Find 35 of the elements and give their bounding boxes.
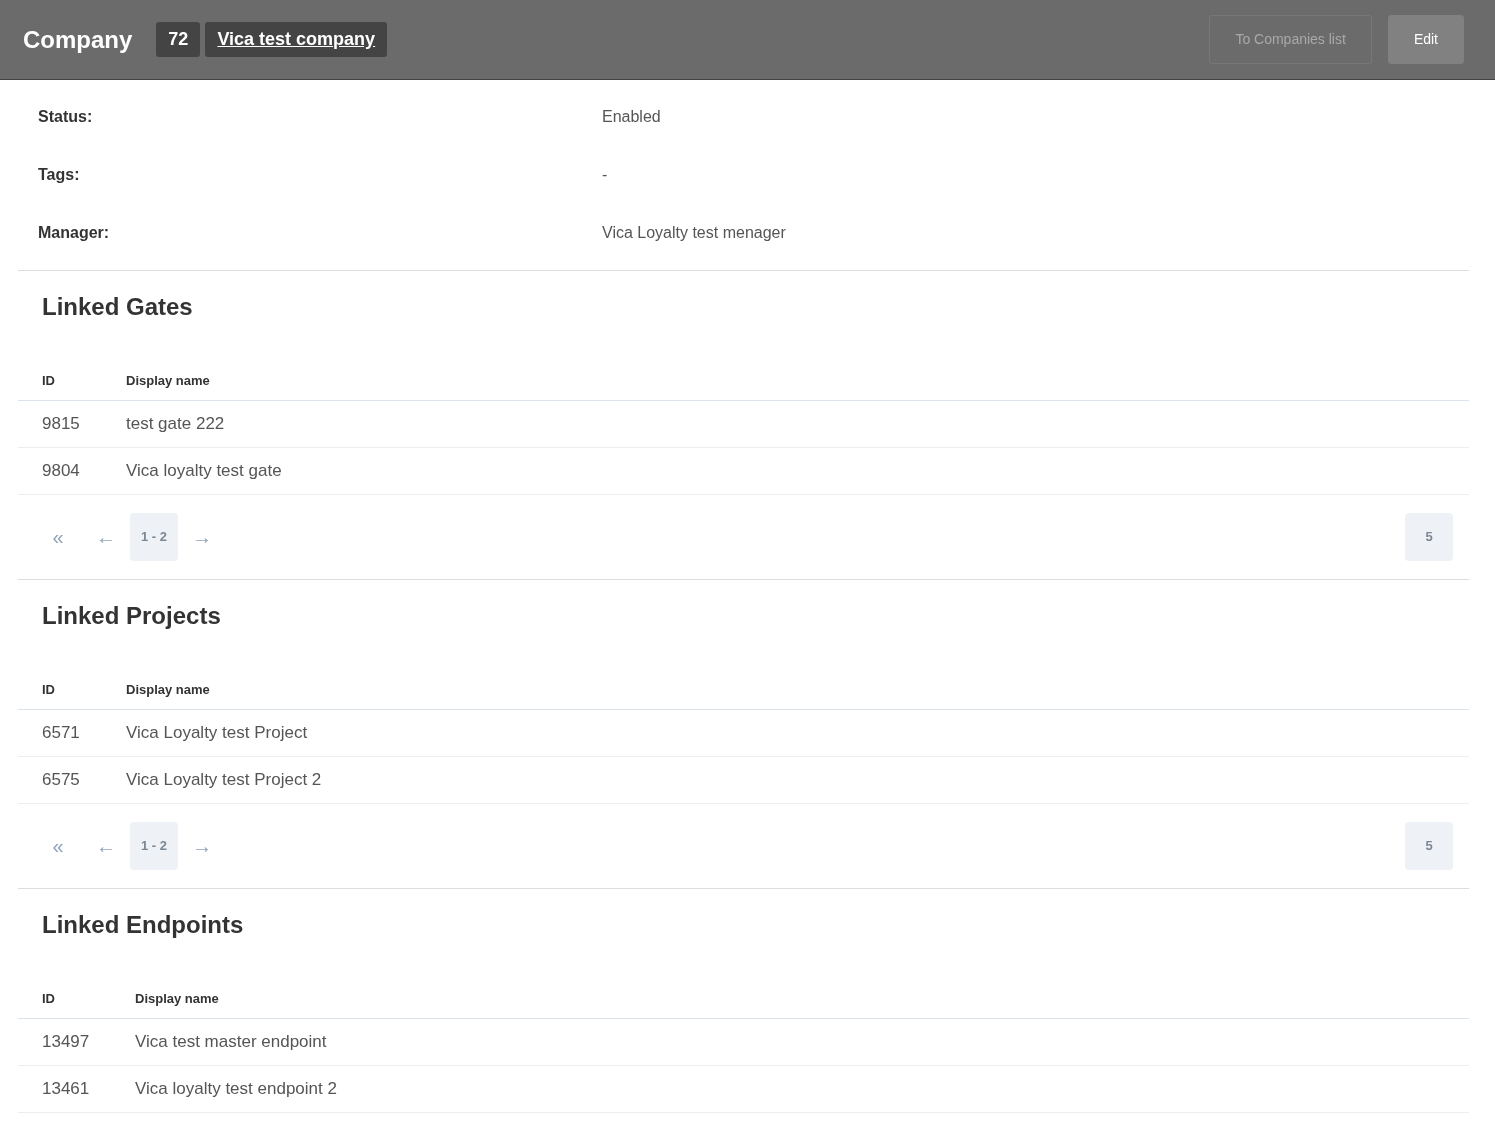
table-cell-text: test gate 222 bbox=[126, 413, 225, 436]
table-cell-text: Vica loyalty test endpoint 2 bbox=[135, 1078, 337, 1101]
column-header: Display name bbox=[135, 990, 219, 1008]
field-value: - bbox=[602, 165, 608, 185]
table-cell-text: 13461 bbox=[42, 1078, 91, 1101]
table-cell-text: 13497 bbox=[42, 1031, 91, 1054]
page-range-button[interactable]: 1 - 2 bbox=[130, 513, 178, 561]
section-title: Linked Gates bbox=[41, 292, 194, 322]
field-value: Enabled bbox=[602, 107, 661, 127]
page-title: Company bbox=[23, 24, 133, 55]
column-header: Display name bbox=[126, 372, 210, 390]
edit-button[interactable]: Edit bbox=[1387, 15, 1464, 64]
table-cell-text: 9815 bbox=[42, 413, 81, 436]
column-header: ID bbox=[42, 990, 56, 1008]
company-link[interactable]: Vica test company bbox=[205, 22, 388, 57]
column-header: Display name bbox=[126, 681, 210, 699]
field-label: Manager: bbox=[37, 223, 111, 243]
field-label: Tags: bbox=[37, 165, 81, 185]
table-cell-text: 6575 bbox=[42, 769, 81, 792]
table-cell-text: Vica Loyalty test Project 2 bbox=[126, 769, 322, 792]
field-value: Vica Loyalty test menager bbox=[602, 223, 786, 243]
table-cell-text: Vica loyalty test gate bbox=[126, 460, 282, 483]
table-cell-text: 6571 bbox=[42, 722, 81, 745]
table-cell-text: Vica test master endpoint bbox=[135, 1031, 327, 1054]
column-header: ID bbox=[42, 372, 56, 390]
field-label: Status: bbox=[37, 107, 94, 127]
page-size-button[interactable]: 5 bbox=[1405, 513, 1453, 561]
column-header: ID bbox=[42, 681, 56, 699]
id-badge: 72 bbox=[156, 22, 201, 57]
page-size-button[interactable]: 5 bbox=[1405, 822, 1453, 870]
table-cell-text: 9804 bbox=[42, 460, 81, 483]
section-title: Linked Projects bbox=[41, 601, 222, 631]
table-cell-text: Vica Loyalty test Project bbox=[126, 722, 308, 745]
page-range-button[interactable]: 1 - 2 bbox=[130, 822, 178, 870]
section-title: Linked Endpoints bbox=[41, 910, 245, 940]
